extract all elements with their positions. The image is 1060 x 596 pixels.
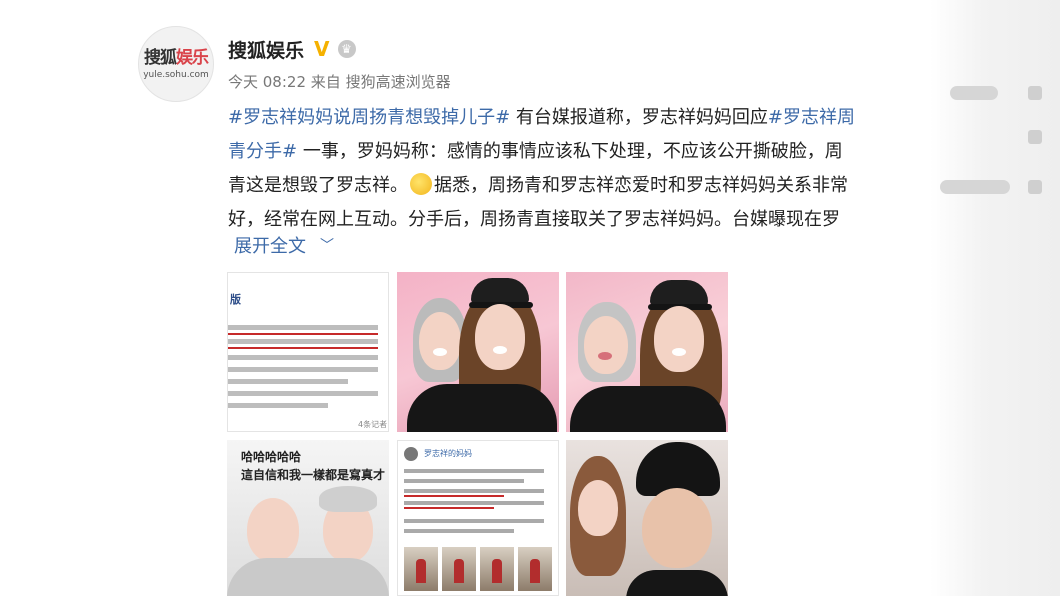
smile-emoji-icon [410, 173, 432, 195]
newspaper-underline [228, 347, 378, 349]
meme-caption: 這自信和我一樣都是寫真才 [241, 468, 386, 482]
screenshot-text-line [404, 519, 544, 523]
face-shape [654, 306, 704, 372]
account-header: 搜狐娱乐 V ♛ [228, 36, 356, 62]
hashtag-link[interactable]: #罗志祥周 [768, 107, 855, 128]
post-time[interactable]: 今天 08:22 [228, 73, 306, 91]
screenshot-text-line [404, 469, 544, 473]
screenshot-text-line [404, 529, 514, 533]
blurred-icon [1028, 130, 1042, 144]
blurred-text [940, 180, 1010, 194]
newspaper-text-line [228, 403, 328, 408]
face-shape [642, 488, 712, 568]
post-source[interactable]: 搜狗高速浏览器 [346, 73, 451, 91]
screenshot-username: 罗志祥的妈妈 [424, 449, 472, 458]
chevron-down-icon: ﹀ [320, 238, 334, 254]
newspaper-underline [228, 333, 378, 335]
face-shape [247, 498, 299, 562]
hair-shape [319, 486, 377, 512]
post-text: 好，经常在网上互动。分手后，周扬青直接取关了罗志祥妈妈。台媒曝现在罗 [228, 209, 840, 230]
mouth-shape [598, 352, 612, 360]
newspaper-text-line [228, 391, 378, 396]
side-panel-blurred [930, 0, 1060, 596]
newspaper-text-line [228, 339, 378, 344]
blurred-text [950, 86, 998, 100]
photo-screenshot[interactable]: 罗志祥的妈妈 [397, 440, 559, 596]
face-shape [419, 312, 461, 370]
screenshot-thumb [480, 547, 514, 591]
shirt-shape [227, 558, 389, 596]
screenshot-text-line [404, 489, 544, 493]
post-text: 有台媒报道称，罗志祥妈妈回应 [510, 107, 768, 128]
shirt-shape [626, 570, 728, 596]
hashtag-link[interactable]: 青分手# [228, 141, 297, 162]
user-avatar [404, 447, 418, 461]
face-shape [578, 480, 618, 536]
thumb-figure [454, 559, 464, 583]
account-name[interactable]: 搜狐娱乐 [228, 36, 304, 63]
cap-shape [650, 280, 708, 306]
photo-selfie-1[interactable] [397, 272, 559, 432]
screenshot-thumb [404, 547, 438, 591]
cap-shape [471, 278, 529, 304]
newspaper-text-line [228, 355, 378, 360]
newspaper-title: 版 [230, 293, 241, 306]
meme-caption: 哈哈哈哈哈 [241, 450, 302, 464]
post-text: 青这是想毁了罗志祥。 [228, 175, 408, 196]
crown-icon[interactable]: ♛ [337, 40, 356, 58]
blurred-icon [1028, 180, 1042, 194]
thumb-figure [416, 559, 426, 583]
post-meta: 今天 08:22 来自 搜狗高速浏览器 [228, 71, 451, 92]
photo-meme[interactable]: 哈哈哈哈哈 這自信和我一樣都是寫真才 [227, 440, 389, 596]
thumb-figure [492, 559, 502, 583]
photo-couple[interactable] [566, 440, 728, 596]
post-line: 青分手# 一事，罗妈妈称：感情的事情应该私下处理，不应该公开撕破脸，周 [228, 135, 928, 169]
screenshot-text-line [404, 501, 544, 505]
screenshot-thumb [442, 547, 476, 591]
newspaper-text-line [228, 367, 378, 372]
expand-label: 展开全文 [234, 236, 306, 257]
screenshot-underline [404, 507, 494, 509]
face-shape [584, 316, 628, 374]
post-body: #罗志祥妈妈说周扬青想毁掉儿子# 有台媒报道称，罗志祥妈妈回应#罗志祥周 青分手… [228, 101, 928, 237]
post-line: #罗志祥妈妈说周扬青想毁掉儿子# 有台媒报道称，罗志祥妈妈回应#罗志祥周 [228, 101, 928, 135]
mouth-shape [672, 348, 686, 356]
account-avatar[interactable]: 搜狐娱乐 yule.sohu.com [138, 26, 214, 102]
screenshot-underline [404, 495, 504, 497]
verified-icon[interactable]: V [314, 39, 329, 59]
post-text: 据悉，周扬青和罗志祥恋爱时和罗志祥妈妈关系非常 [434, 175, 848, 196]
hashtag-link[interactable]: #罗志祥妈妈说周扬青想毁掉儿子# [228, 107, 510, 128]
thumb-figure [530, 559, 540, 583]
newspaper-text-line [228, 325, 378, 330]
screenshot-thumb [518, 547, 552, 591]
photo-selfie-2[interactable] [566, 272, 728, 432]
screenshot-text-line [404, 479, 524, 483]
face-shape [475, 304, 525, 370]
newspaper-footer: 4条记者 [358, 420, 388, 429]
mouth-shape [433, 348, 447, 356]
expand-full-text-link[interactable]: 展开全文 ﹀ [234, 232, 334, 258]
blurred-icon [1028, 86, 1042, 100]
post-line: 青这是想毁了罗志祥。 据悉，周扬青和罗志祥恋爱时和罗志祥妈妈关系非常 [228, 169, 928, 203]
photo-newspaper[interactable]: 版 4条记者 [227, 272, 389, 432]
mouth-shape [493, 346, 507, 354]
shirt-shape [570, 386, 726, 432]
shirt-shape [407, 384, 557, 432]
newspaper-text-line [228, 379, 348, 384]
avatar-logo-url: yule.sohu.com [143, 70, 209, 80]
post-source-prefix: 来自 [310, 73, 341, 91]
post-text: 一事，罗妈妈称：感情的事情应该私下处理，不应该公开撕破脸，周 [297, 141, 843, 162]
avatar-logo: 搜狐娱乐 [144, 48, 209, 68]
